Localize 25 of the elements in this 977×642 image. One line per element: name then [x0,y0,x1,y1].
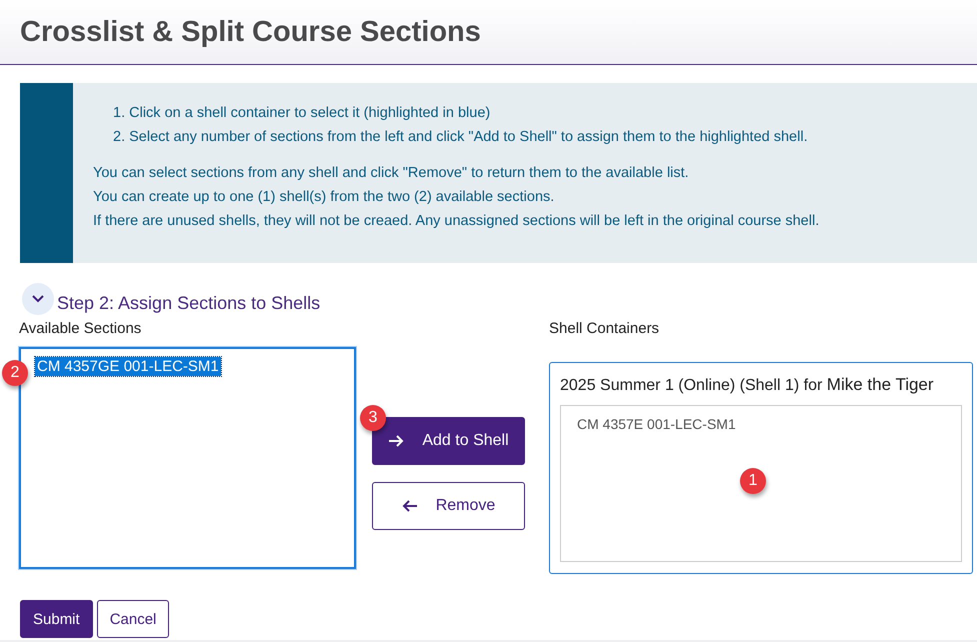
step-heading: Step 2: Assign Sections to Shells [57,292,320,314]
instruction-step: 1. Click on a shell container to select it (highlighted in blue) [113,101,820,125]
section-option[interactable]: CM 4357GE 001-LEC-SM1 [35,357,221,376]
section-option[interactable]: CM 4357E 001-LEC-SM1 [577,416,945,432]
page-title: Crosslist & Split Course Sections [20,16,481,48]
arrow-left-icon [402,499,418,513]
shell-title: 2025 Summer 1 (Online) (Shell 1) for Mike the Tiger [560,375,935,395]
callout-badge: 2 [2,360,28,386]
available-sections-list[interactable]: CM 4357GE 001-LEC-SM1 [19,347,356,569]
callout-badge: 3 [360,405,386,431]
chevron-down-icon [31,294,45,304]
action-button[interactable]: Remove [372,482,525,530]
instruction-note: If there are unused shells, they will not be creaed. Any unassigned sections will be left in the original course shell. [93,212,820,231]
submit-button[interactable]: Submit [20,600,93,638]
instruction-step: 2. Select any number of sections from the left and click "Add to Shell" to assign them to the highlighted shell. [113,125,820,149]
arrow-right-icon [388,434,404,448]
collapse-toggle[interactable] [22,283,54,315]
shell-containers-label: Shell Containers [549,319,660,339]
cancel-button[interactable]: Cancel [96,600,170,638]
callout-badge: 1 [740,468,766,494]
shell-sections-list[interactable]: CM 4357E 001-LEC-SM1 1 [560,405,962,562]
instruction-note: You can create up to one (1) shell(s) from the two (2) available sections. [93,188,556,207]
instruction-note: You can select sections from any shell and click "Remove" to return them to the available list. [93,164,690,183]
shell-container[interactable]: 2025 Summer 1 (Online) (Shell 1) for Mike the Tiger CM 4357E 001-LEC-SM1 1 [549,362,973,574]
available-sections-label: Available Sections [19,319,142,339]
